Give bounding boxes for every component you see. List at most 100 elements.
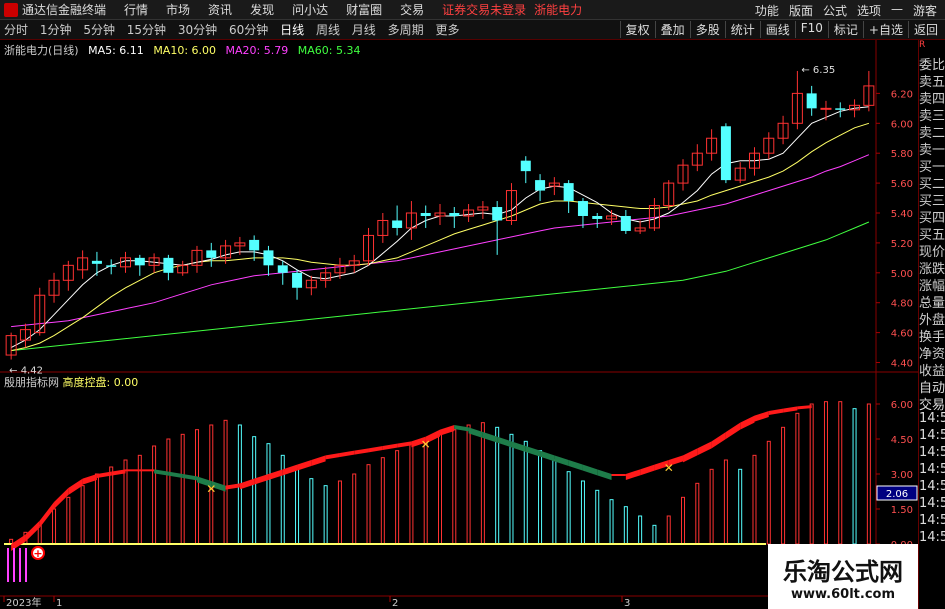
candle-body xyxy=(520,160,531,172)
trend-band-segment xyxy=(711,432,726,449)
side-panel-label[interactable]: 14:56 xyxy=(919,445,945,462)
time-label: 1 xyxy=(56,598,62,609)
indicator-bar xyxy=(323,485,328,545)
indicator-bar xyxy=(781,426,786,545)
signal-marker-icon: ✕ xyxy=(206,482,216,496)
time-label: 2023年 xyxy=(6,596,41,609)
indicator-tick-label: 3.00 xyxy=(891,470,913,481)
price-tick-label: 6.00 xyxy=(891,119,913,130)
trend-band-segment xyxy=(683,448,698,463)
indicator-bar xyxy=(852,408,857,545)
side-panel-label[interactable]: 14:56 xyxy=(919,530,945,547)
ma5-line xyxy=(10,106,869,349)
side-panel-label[interactable]: 换手 xyxy=(919,326,945,343)
indicator-bar xyxy=(766,440,771,545)
indicator-bar xyxy=(180,433,185,545)
indicator-bar xyxy=(466,424,471,545)
side-panel-label[interactable]: 自动 xyxy=(919,377,945,394)
trend-band-segment xyxy=(168,471,183,478)
trend-band-segment xyxy=(39,502,55,528)
indicator-value: 高度控盘: 0.00 xyxy=(62,376,139,389)
side-panel-label[interactable]: 14:56 xyxy=(919,462,945,479)
trend-band-segment xyxy=(725,422,741,439)
trend-band-segment xyxy=(783,406,798,413)
indicator-bar xyxy=(709,468,714,545)
side-panel-label[interactable]: 交易 xyxy=(919,394,945,411)
side-panel-label[interactable]: 14:56 xyxy=(919,428,945,445)
candle-body xyxy=(535,180,546,191)
side-panel-label[interactable]: 委比 xyxy=(919,54,945,71)
buy-signal-plus: + xyxy=(33,547,42,560)
trend-band-segment xyxy=(540,450,555,462)
ma5-label: MA5: 6.11 xyxy=(88,44,144,57)
candle-body xyxy=(91,260,102,264)
trend-band-segment xyxy=(611,474,626,476)
side-panel-label[interactable]: 14:56 xyxy=(919,479,945,496)
indicator-name[interactable]: 殷朋指标网 xyxy=(4,376,59,389)
price-tick-label: 5.20 xyxy=(891,239,913,250)
indicator-bar xyxy=(538,450,543,545)
side-panel-label[interactable]: 买三 xyxy=(919,190,945,207)
indicator-bar xyxy=(266,443,271,545)
indicator-bar xyxy=(223,419,228,545)
signal-marker-icon: ✕ xyxy=(421,438,431,452)
side-panel-label[interactable]: 买二 xyxy=(919,173,945,190)
indicator-bar xyxy=(80,485,85,545)
trend-band-segment xyxy=(582,464,598,476)
candle-body xyxy=(492,207,503,221)
candle-body xyxy=(206,250,217,258)
side-panel-label[interactable]: 买五 xyxy=(919,224,945,241)
indicator-bar xyxy=(309,478,314,545)
side-panel-label[interactable]: 卖四 xyxy=(919,88,945,105)
trend-band-segment xyxy=(482,432,498,443)
quote-side-panel: R 委比 卖五 卖四 卖三 卖二 卖一 买一 买二 买三 买四 买五 现价 涨跌 涨幅 总量 外盘 换手 净资 收益自… xyxy=(918,40,945,609)
side-panel-label[interactable]: 14:56 xyxy=(919,496,945,513)
side-panel-label[interactable]: 收益 xyxy=(919,360,945,377)
side-panel-label[interactable]: 14:56 xyxy=(919,513,945,530)
price-tick-label: 5.60 xyxy=(891,179,913,190)
side-panel-label[interactable]: 涨幅 xyxy=(919,275,945,292)
side-panel-label[interactable]: 净资 xyxy=(919,343,945,360)
trend-band-segment xyxy=(239,478,255,490)
indicator-bar xyxy=(695,482,700,545)
trend-band-segment xyxy=(139,469,155,472)
trend-band-segment xyxy=(454,425,469,432)
side-panel-label[interactable]: 涨跌 xyxy=(919,258,945,275)
trend-band-segment xyxy=(568,460,583,471)
candle-body xyxy=(592,215,603,219)
side-panel-label[interactable]: 现价 xyxy=(919,241,945,258)
trend-band-segment xyxy=(440,425,455,436)
indicator-bar xyxy=(823,401,828,545)
indicator-bar xyxy=(738,468,743,545)
main-legend: 浙能电力(日线) MA5: 6.11 MA10: 6.00 MA20: 5.79… xyxy=(4,42,366,58)
kline-chart[interactable]: ✕ ✕ ✕ + 6.20 6.00 5.80 5.60 5.40 5.20 5.00 4.80 4.6… xyxy=(0,0,918,609)
side-panel-label[interactable]: 买四 xyxy=(919,207,945,224)
indicator-bar xyxy=(595,489,600,545)
candle-body xyxy=(806,93,817,109)
trend-band-segment xyxy=(525,446,541,457)
trend-band-segment xyxy=(297,460,312,471)
side-panel-label[interactable]: R xyxy=(919,40,945,54)
side-panel-label[interactable]: 卖二 xyxy=(919,122,945,139)
indicator-bar xyxy=(137,454,142,545)
indicator-bar xyxy=(580,480,585,545)
ma60-line xyxy=(11,221,870,352)
trend-band-segment xyxy=(740,415,755,430)
indicator-bar xyxy=(94,473,99,545)
indicator-bar xyxy=(66,496,71,545)
indicator-bar xyxy=(495,426,500,545)
trend-band-segment xyxy=(282,464,298,476)
candle-body xyxy=(620,215,631,231)
indicator-bar xyxy=(280,454,285,545)
side-panel-label[interactable]: 卖三 xyxy=(919,105,945,122)
side-panel-label[interactable]: 卖五 xyxy=(919,71,945,88)
trend-band-segment xyxy=(511,441,526,452)
side-panel-label[interactable]: 外盘 xyxy=(919,309,945,326)
indicator-bar xyxy=(366,464,371,545)
indicator-bar xyxy=(337,480,342,545)
side-panel-label[interactable]: 14:56 xyxy=(919,411,945,428)
side-panel-label[interactable]: 买一 xyxy=(919,156,945,173)
side-panel-label[interactable]: 卖一 xyxy=(919,139,945,156)
side-panel-label[interactable]: 总量 xyxy=(919,292,945,309)
watermark: 乐淘公式网 www.60lt.com xyxy=(768,544,918,609)
